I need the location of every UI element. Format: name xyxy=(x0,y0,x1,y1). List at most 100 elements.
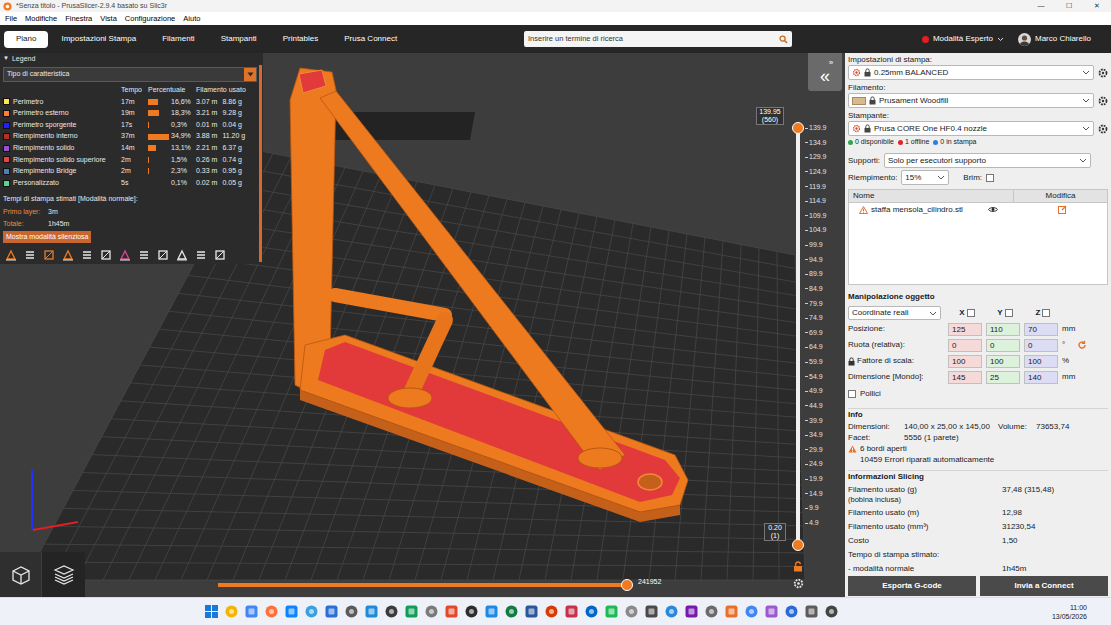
sidebar-toggle[interactable]: » « xyxy=(808,53,842,91)
legend-option-icon[interactable] xyxy=(62,249,74,261)
legend-option-icon[interactable] xyxy=(157,249,169,261)
legend-option-icon[interactable] xyxy=(81,249,93,261)
taskbar-app-icon[interactable] xyxy=(805,605,818,618)
taskbar-app-icon[interactable] xyxy=(525,605,538,618)
silent-mode-button[interactable]: Mostra modalità silenziosa xyxy=(3,231,91,243)
manipulation-field[interactable]: 25 xyxy=(986,371,1020,384)
taskbar-app-icon[interactable] xyxy=(445,605,458,618)
legend-option-icon[interactable] xyxy=(43,249,55,261)
legend-option-icon[interactable] xyxy=(5,249,17,261)
legend-item[interactable]: Riempimento solido superiore xyxy=(3,155,121,166)
clock-date[interactable]: 13/05/2026 xyxy=(1052,612,1087,621)
taskbar-app-icon[interactable] xyxy=(665,605,678,618)
axis-checkbox[interactable] xyxy=(1005,309,1013,317)
legend-scrollbar[interactable] xyxy=(259,65,262,262)
taskbar-app-icon[interactable] xyxy=(285,605,298,618)
taskbar-app-icon[interactable] xyxy=(365,605,378,618)
axis-checkbox[interactable] xyxy=(967,309,975,317)
coordinates-dropdown[interactable]: Coordinate reali xyxy=(848,306,941,320)
menu-item[interactable]: Aiuto xyxy=(179,12,204,25)
window-control[interactable]: ✕ xyxy=(1083,0,1111,12)
taskbar-app-icon[interactable] xyxy=(765,605,778,618)
legend-item[interactable]: Perimetro esterno xyxy=(3,108,121,119)
legend-item[interactable]: Riempimento Bridge xyxy=(3,166,121,177)
windows-start-icon[interactable] xyxy=(205,605,218,618)
column-header[interactable]: Modifica xyxy=(1014,190,1107,202)
printer-dropdown[interactable]: Prusa CORE One HF0.4 nozzle xyxy=(848,121,1094,136)
tab[interactable]: Prusa Connect xyxy=(331,31,410,48)
taskbar-app-icon[interactable] xyxy=(405,605,418,618)
settings-gear-icon[interactable] xyxy=(1098,124,1108,134)
edit-icon[interactable] xyxy=(1058,205,1067,214)
action-button[interactable]: Invia a Connect xyxy=(980,576,1108,596)
taskbar-app-icon[interactable] xyxy=(685,605,698,618)
manipulation-field[interactable]: 140 xyxy=(1024,371,1058,384)
taskbar-app-icon[interactable] xyxy=(645,605,658,618)
print-settings-dropdown[interactable]: 0.25mm BALANCED xyxy=(848,65,1094,80)
eye-icon[interactable] xyxy=(988,206,998,213)
taskbar-app-icon[interactable] xyxy=(605,605,618,618)
window-control[interactable]: ☐ xyxy=(1055,0,1083,12)
legend-item[interactable]: Riempimento interno xyxy=(3,131,121,142)
tab[interactable]: Filamenti xyxy=(149,31,207,48)
legend-item[interactable]: Perimetro sporgente xyxy=(3,120,121,131)
manipulation-field[interactable]: 110 xyxy=(986,323,1020,336)
move-slider-thumb[interactable] xyxy=(621,579,633,591)
manipulation-field[interactable]: 145 xyxy=(948,371,982,384)
legend-view-dropdown[interactable]: Tipo di caratteristica xyxy=(3,67,257,82)
cog-icon[interactable] xyxy=(793,578,804,589)
taskbar-app-icon[interactable] xyxy=(505,605,518,618)
manipulation-field[interactable]: 0 xyxy=(986,339,1020,352)
action-button[interactable]: Esporta G-code xyxy=(848,576,976,596)
taskbar-app-icon[interactable] xyxy=(245,605,258,618)
search-field[interactable] xyxy=(524,31,792,47)
manipulation-field[interactable]: 70 xyxy=(1024,323,1058,336)
taskbar-app-icon[interactable] xyxy=(785,605,798,618)
legend-toggle[interactable]: ▼ xyxy=(3,53,9,64)
settings-gear-icon[interactable] xyxy=(1098,68,1108,78)
manipulation-field[interactable]: 100 xyxy=(986,355,1020,368)
column-header[interactable]: Nome xyxy=(849,190,1014,202)
taskbar-app-icon[interactable] xyxy=(545,605,558,618)
user-account[interactable]: Marco Chiarello xyxy=(1018,33,1091,46)
brim-checkbox[interactable] xyxy=(986,174,994,182)
scale-lock-icon[interactable] xyxy=(848,357,855,366)
taskbar-app-icon[interactable] xyxy=(625,605,638,618)
mode-selector[interactable]: Modalità Esperto xyxy=(922,33,1004,45)
window-control[interactable]: — xyxy=(1027,0,1055,12)
taskbar-app-icon[interactable] xyxy=(305,605,318,618)
legend-option-icon[interactable] xyxy=(214,249,226,261)
taskbar-app-icon[interactable] xyxy=(485,605,498,618)
supports-dropdown[interactable]: Solo per esecutori supporto xyxy=(884,153,1091,168)
move-slider-track[interactable] xyxy=(218,583,627,587)
manipulation-field[interactable]: 0 xyxy=(1024,339,1058,352)
settings-gear-icon[interactable] xyxy=(1098,96,1108,106)
manipulation-field[interactable]: 125 xyxy=(948,323,982,336)
menu-item[interactable]: Configurazione xyxy=(121,12,179,25)
menu-item[interactable]: Finestra xyxy=(61,12,96,25)
taskbar-app-icon[interactable] xyxy=(745,605,758,618)
layer-slider-track[interactable] xyxy=(796,128,800,545)
manipulation-field[interactable]: 100 xyxy=(948,355,982,368)
axis-checkbox[interactable] xyxy=(1042,309,1050,317)
taskbar-app-icon[interactable] xyxy=(385,605,398,618)
search-input[interactable] xyxy=(528,33,779,44)
legend-option-icon[interactable] xyxy=(195,249,207,261)
search-icon[interactable] xyxy=(779,35,788,44)
infill-dropdown[interactable]: 15% xyxy=(901,170,949,185)
3d-view-button[interactable] xyxy=(0,552,42,597)
taskbar-app-icon[interactable] xyxy=(725,605,738,618)
taskbar-app-icon[interactable] xyxy=(265,605,278,618)
tab[interactable]: Printables xyxy=(270,31,332,48)
taskbar-app-icon[interactable] xyxy=(425,605,438,618)
taskbar-app-icon[interactable] xyxy=(345,605,358,618)
legend-option-icon[interactable] xyxy=(119,249,131,261)
layer-slider-thumb[interactable] xyxy=(792,539,804,551)
taskbar-app-icon[interactable] xyxy=(565,605,578,618)
object-row[interactable]: staffa mensola_cilindro.stl xyxy=(849,203,1107,216)
reset-rotation-icon[interactable] xyxy=(1077,340,1087,350)
tab[interactable]: Piano xyxy=(4,31,48,48)
3d-view[interactable]: ▼ Legend Tipo di caratteristica TempoPer… xyxy=(0,53,845,597)
tab[interactable]: Stampanti xyxy=(208,31,270,48)
legend-item[interactable]: Perimetro xyxy=(3,97,121,108)
